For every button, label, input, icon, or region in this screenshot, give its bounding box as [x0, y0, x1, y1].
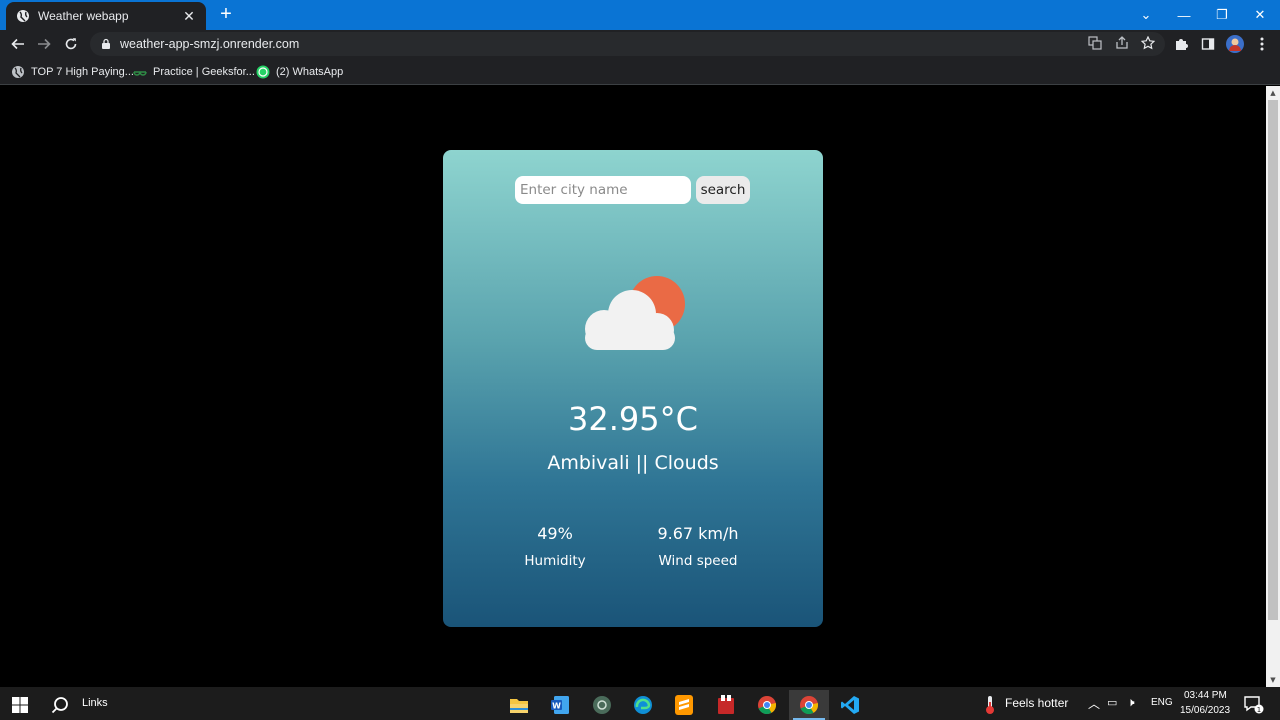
bookmark-top-7-high-paying[interactable]: TOP 7 High Paying... [11, 63, 134, 80]
search-bar: search [515, 176, 750, 204]
browser-titlebar: Weather webapp ✕ + ⌄ — ❐ ✕ [0, 0, 1280, 30]
chrome-icon[interactable] [747, 690, 787, 720]
cloud-sun-icon [577, 274, 692, 354]
scroll-up-arrow-icon[interactable]: ▲ [1266, 86, 1280, 100]
whatsapp-icon [256, 65, 270, 79]
bookmark-star-icon[interactable] [1139, 34, 1157, 52]
svg-text:1: 1 [1257, 706, 1261, 714]
tab-weather-webapp[interactable]: Weather webapp ✕ [6, 2, 206, 30]
tab-search-chevron-icon[interactable]: ⌄ [1127, 0, 1165, 30]
app-icon[interactable] [582, 690, 622, 720]
chevron-up-icon[interactable]: ︿ [1088, 695, 1100, 712]
minimize-button[interactable]: — [1165, 0, 1203, 30]
wind-speed-label: Wind speed [658, 553, 738, 569]
bookmarks-bar: TOP 7 High Paying... Practice | Geeksfor… [0, 58, 1280, 85]
wind-stat: 9.67 km/h Wind speed [628, 524, 768, 569]
edge-icon[interactable] [623, 690, 663, 720]
vscode-icon[interactable] [830, 690, 870, 720]
profile-avatar[interactable] [1226, 35, 1244, 53]
lock-icon[interactable] [100, 38, 112, 50]
notification-icon[interactable]: 1 [1236, 690, 1272, 720]
bookmark-geeksforgeeks[interactable]: Practice | Geeksfor... [133, 63, 255, 80]
clock-time[interactable]: 03:44 PM [1184, 690, 1227, 701]
browser-toolbar: weather-app-smzj.onrender.com [0, 30, 1280, 58]
page-viewport: search 32.95°C Ambivali || Clouds 49% Hu… [0, 86, 1266, 687]
clock-date[interactable]: 15/06/2023 [1180, 705, 1230, 716]
scroll-down-arrow-icon[interactable]: ▼ [1266, 673, 1280, 687]
language-indicator[interactable]: ENG [1151, 697, 1173, 708]
taskbar-search-label[interactable]: Links [82, 697, 108, 709]
thermometer-icon[interactable] [970, 690, 1010, 720]
scroll-thumb[interactable] [1268, 100, 1278, 620]
location-condition: Ambivali || Clouds [547, 452, 719, 474]
humidity-value: 49% [537, 524, 573, 543]
menu-kebab-icon[interactable] [1253, 35, 1271, 53]
svg-text:W: W [552, 702, 561, 711]
wind-speed-value: 9.67 km/h [657, 524, 739, 543]
humidity-label: Humidity [524, 553, 586, 569]
taskbar-search-icon[interactable] [40, 690, 80, 720]
word-icon[interactable]: W [540, 690, 580, 720]
humidity-stat: 49% Humidity [485, 524, 625, 569]
sublime-icon[interactable] [664, 690, 704, 720]
reload-icon[interactable] [60, 33, 82, 55]
close-tab-icon[interactable]: ✕ [182, 8, 196, 24]
city-search-input[interactable] [515, 176, 691, 204]
chrome-icon[interactable] [789, 690, 829, 720]
side-panel-icon[interactable] [1199, 35, 1217, 53]
page-scrollbar[interactable]: ▲ ▼ [1266, 86, 1280, 687]
address-bar[interactable]: weather-app-smzj.onrender.com [90, 32, 1165, 56]
translate-icon[interactable] [1086, 34, 1104, 52]
close-window-button[interactable]: ✕ [1241, 0, 1279, 30]
temperature-value: 32.95°C [568, 400, 698, 438]
windows-start-icon[interactable] [0, 690, 40, 720]
weather-card: search 32.95°C Ambivali || Clouds 49% Hu… [443, 150, 823, 627]
forward-arrow-icon[interactable] [33, 33, 55, 55]
geeksforgeeks-icon [133, 65, 147, 79]
extensions-puzzle-icon[interactable] [1172, 35, 1190, 53]
tab-title: Weather webapp [38, 9, 129, 23]
file-explorer-icon[interactable] [499, 690, 539, 720]
back-arrow-icon[interactable] [7, 33, 29, 55]
globe-icon [16, 9, 30, 23]
globe-icon [11, 65, 25, 79]
weather-widget-text[interactable]: Feels hotter [1005, 696, 1068, 710]
share-icon[interactable] [1113, 34, 1131, 52]
app-icon[interactable] [706, 690, 746, 720]
new-tab-button[interactable]: + [216, 4, 236, 25]
windows-taskbar: Links W Feels hotter ︿ ▭ 🕨 ENG 03:44 PM … [0, 687, 1280, 720]
url-text: weather-app-smzj.onrender.com [120, 37, 300, 51]
bookmark-whatsapp[interactable]: (2) WhatsApp [256, 63, 343, 80]
search-button[interactable]: search [696, 176, 750, 204]
restore-button[interactable]: ❐ [1203, 0, 1241, 30]
battery-icon[interactable]: ▭ [1107, 696, 1117, 709]
volume-icon[interactable]: 🕨 [1127, 695, 1135, 710]
